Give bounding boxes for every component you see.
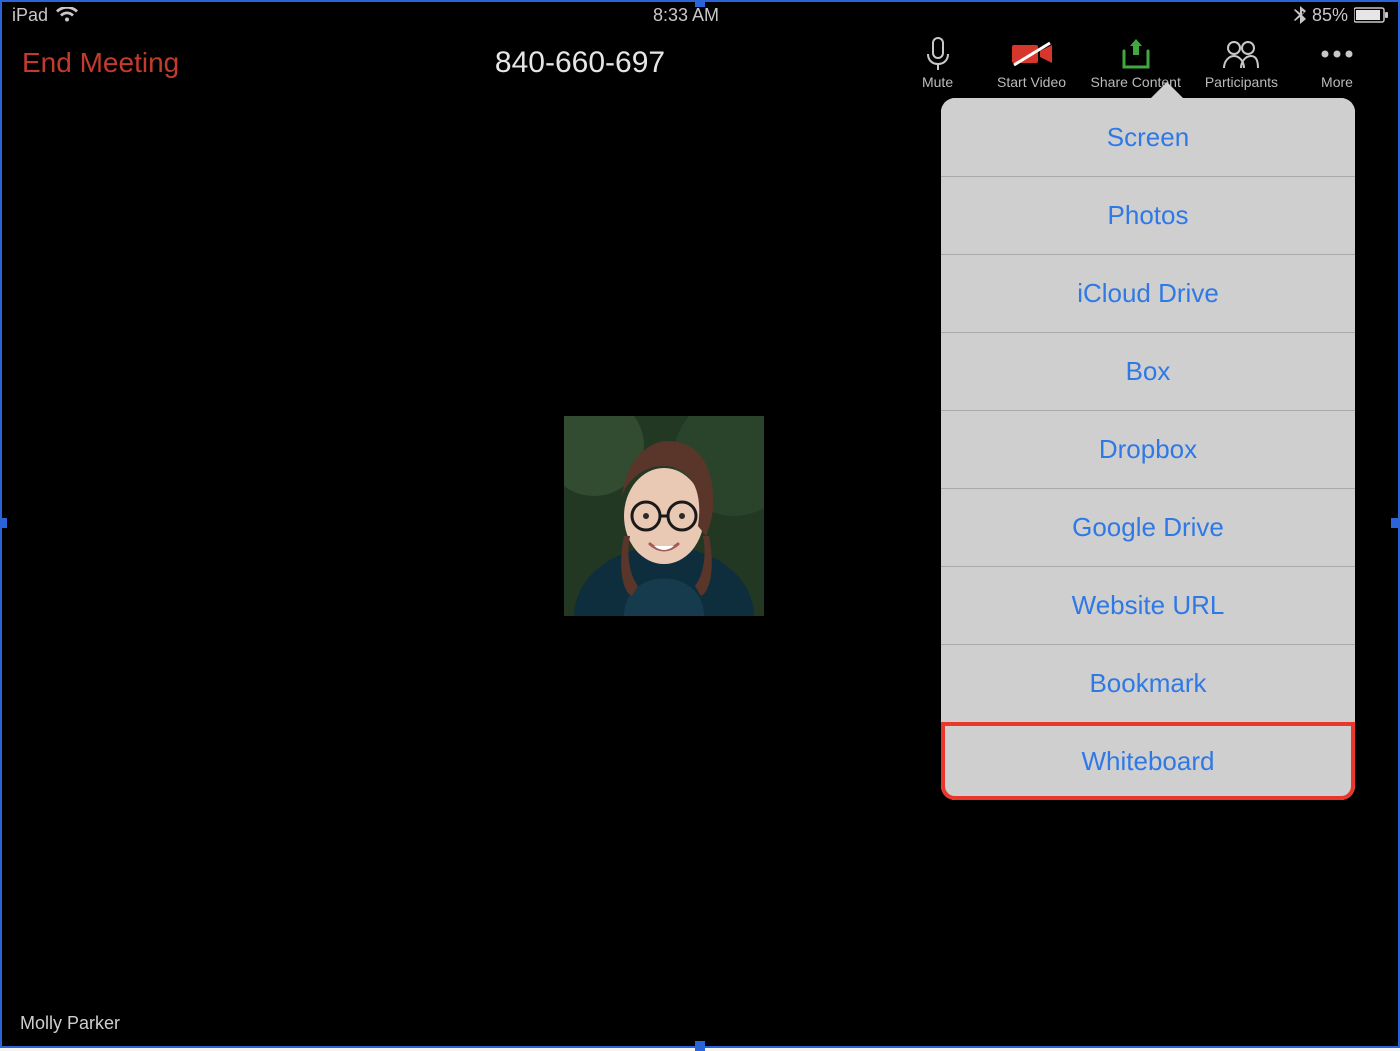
start-video-label: Start Video — [997, 74, 1066, 90]
microphone-icon — [924, 36, 952, 72]
status-time: 8:33 AM — [653, 5, 719, 26]
share-option-box[interactable]: Box — [941, 332, 1355, 410]
share-icon — [1120, 36, 1152, 72]
wifi-icon — [56, 7, 78, 23]
device-label: iPad — [12, 5, 48, 26]
participants-label: Participants — [1205, 74, 1278, 90]
mute-label: Mute — [922, 74, 953, 90]
video-off-icon — [1010, 36, 1054, 72]
meeting-id-label: 840-660-697 — [495, 46, 665, 80]
more-label: More — [1321, 74, 1353, 90]
device-frame: iPad 8:33 AM 85% — [0, 0, 1400, 1048]
start-video-button[interactable]: Start Video — [997, 36, 1067, 90]
share-option-photos[interactable]: Photos — [941, 176, 1355, 254]
selection-handle-icon — [0, 518, 7, 528]
more-icon — [1317, 36, 1357, 72]
share-option-icloud-drive[interactable]: iCloud Drive — [941, 254, 1355, 332]
share-content-menu: Screen Photos iCloud Drive Box Dropbox G… — [941, 98, 1355, 800]
share-option-screen[interactable]: Screen — [941, 98, 1355, 176]
share-option-bookmark[interactable]: Bookmark — [941, 644, 1355, 722]
share-option-dropbox[interactable]: Dropbox — [941, 410, 1355, 488]
avatar — [564, 416, 764, 616]
mute-button[interactable]: Mute — [903, 36, 973, 90]
more-button[interactable]: More — [1302, 36, 1372, 90]
share-option-whiteboard[interactable]: Whiteboard — [941, 722, 1355, 800]
battery-icon — [1354, 7, 1388, 23]
share-option-google-drive[interactable]: Google Drive — [941, 488, 1355, 566]
share-option-website-url[interactable]: Website URL — [941, 566, 1355, 644]
end-meeting-button[interactable]: End Meeting — [2, 47, 179, 79]
meeting-toolbar: End Meeting 840-660-697 Mute — [2, 28, 1398, 98]
selection-handle-icon — [1391, 518, 1400, 528]
participants-icon — [1221, 36, 1261, 72]
bluetooth-icon — [1294, 6, 1306, 24]
participant-name-label: Molly Parker — [20, 1013, 120, 1034]
participants-button[interactable]: Participants — [1205, 36, 1278, 90]
battery-percent: 85% — [1312, 5, 1348, 26]
selection-handle-icon — [695, 0, 705, 7]
